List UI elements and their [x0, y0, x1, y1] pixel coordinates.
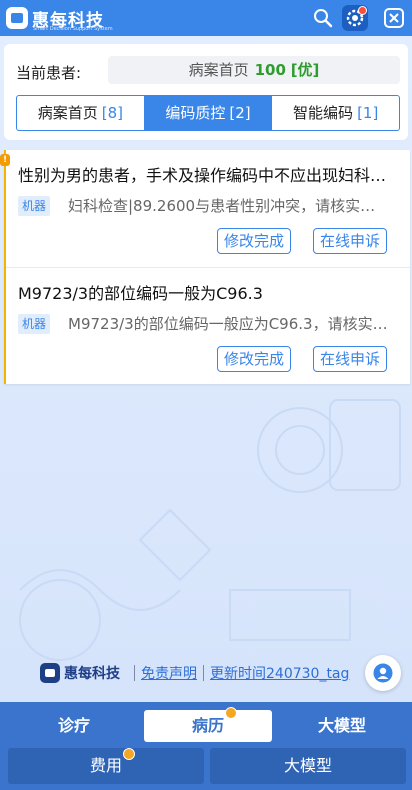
issue-description: M9723/3的部位编码一般应为C96.3，请核实…: [68, 315, 388, 333]
app-window: 惠每科技 Smart Decision Support System 当前患者:…: [0, 0, 412, 790]
patient-panel: 当前患者: 病案首页 100 [优] 病案首页 [8] 编码质控 [2] 智能编码 [1…: [4, 44, 408, 140]
footer-logo-icon: [40, 663, 60, 683]
cost-button[interactable]: 费用: [8, 748, 204, 784]
settings-icon[interactable]: [342, 5, 368, 31]
cost-badge-dot: [123, 748, 135, 760]
record-score: 100: [254, 61, 286, 79]
nav-tab-large-model[interactable]: 大模型: [290, 710, 394, 742]
search-icon[interactable]: [312, 7, 334, 29]
nav-badge-dot: [225, 707, 237, 719]
update-time-link[interactable]: 更新时间240730_tag: [210, 663, 349, 683]
issue-title[interactable]: M9723/3的部位编码一般为C96.3: [18, 280, 390, 304]
tab-count: [1]: [357, 104, 379, 122]
footer-brand: 惠每科技: [64, 666, 120, 682]
background-illustration: [19, 399, 401, 661]
fix-done-button[interactable]: 修改完成: [217, 228, 292, 254]
footer-logo: 惠每科技: [40, 663, 120, 683]
record-grade: [优]: [290, 61, 320, 79]
issue-description: 妇科检查|89.2600与患者性别冲突，请核实…: [68, 197, 376, 215]
online-appeal-button[interactable]: 在线申诉: [313, 228, 388, 254]
tab-label: 智能编码: [293, 104, 354, 122]
brand-logo-icon: [6, 7, 28, 29]
tab-count: [2]: [229, 104, 251, 122]
issue-item: 性别为男的患者，手术及操作编码中不应出现妇科检查… 机器 妇科检查|89.260…: [6, 150, 410, 266]
patient-record-summary[interactable]: 病案首页 100 [优]: [108, 56, 400, 84]
source-tag: 机器: [18, 314, 51, 334]
disclaimer-link[interactable]: 免责声明: [141, 663, 197, 683]
tab-count: [8]: [101, 104, 123, 122]
nav-tab-diagnosis[interactable]: 诊疗: [22, 710, 126, 742]
footer-divider: [203, 665, 204, 681]
close-icon[interactable]: [383, 7, 405, 29]
fix-done-button[interactable]: 修改完成: [217, 346, 292, 372]
qc-tabs: 病案首页 [8] 编码质控 [2] 智能编码 [1]: [16, 95, 400, 131]
issue-list: ! 性别为男的患者，手术及操作编码中不应出现妇科检查… 机器 妇科检查|89.2…: [0, 150, 410, 384]
large-model-button[interactable]: 大模型: [210, 748, 406, 784]
footer-bar: 惠每科技 免责声明 更新时间240730_tag: [40, 660, 349, 686]
brand-subtitle: Smart Decision Support System: [33, 26, 113, 32]
tab-coding-qc[interactable]: 编码质控 [2]: [144, 96, 273, 130]
tab-record-home[interactable]: 病案首页 [8]: [17, 96, 145, 130]
bottom-navigation: 诊疗 病历 大模型 费用 大模型: [0, 702, 412, 790]
online-appeal-button[interactable]: 在线申诉: [313, 346, 388, 372]
tab-smart-coding[interactable]: 智能编码 [1]: [272, 96, 399, 130]
nav-tab-medical-record[interactable]: 病历: [144, 710, 272, 742]
tab-label: 病案首页: [37, 104, 98, 122]
record-name: 病案首页: [188, 61, 249, 79]
tab-label: 编码质控: [165, 104, 226, 122]
footer-divider: [134, 665, 135, 681]
issue-item: M9723/3的部位编码一般为C96.3 机器 M9723/3的部位编码一般应为…: [6, 267, 410, 384]
current-patient-label: 当前患者:: [16, 64, 82, 82]
title-bar: 惠每科技 Smart Decision Support System: [0, 0, 412, 36]
user-avatar-button[interactable]: [365, 655, 401, 691]
source-tag: 机器: [18, 196, 51, 216]
issue-title[interactable]: 性别为男的患者，手术及操作编码中不应出现妇科检查…: [18, 162, 390, 186]
notification-dot: [358, 6, 367, 15]
user-icon: [373, 663, 393, 683]
